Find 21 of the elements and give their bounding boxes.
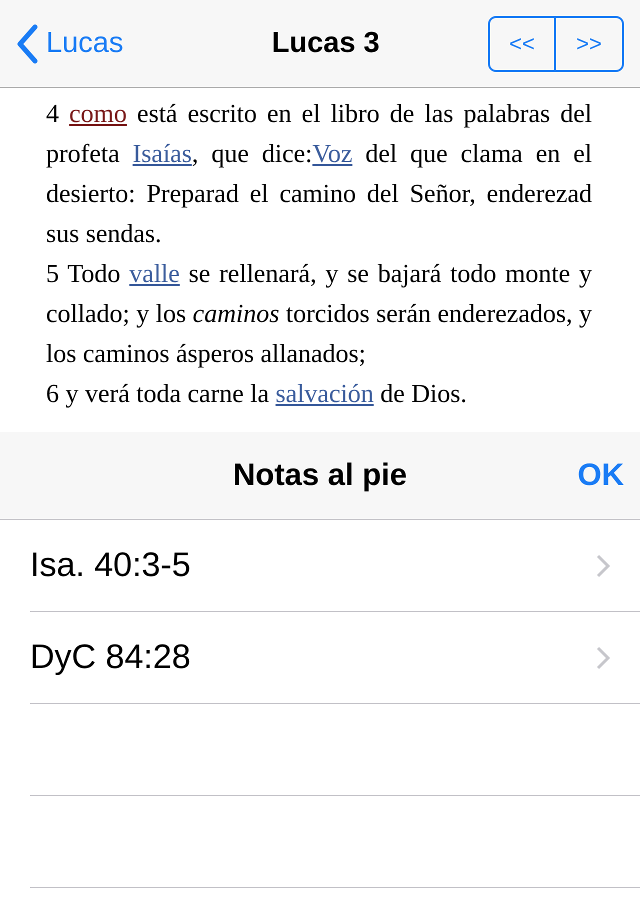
reference-link[interactable]: como <box>69 99 127 128</box>
next-button[interactable]: >> <box>556 18 622 70</box>
previous-button[interactable]: << <box>490 18 556 70</box>
verse-text: 5 Todo valle se rellenará, y se bajará todo monte y collado; y los caminos torcidos serán enderezados, y los caminos ásperos allanados; <box>46 258 592 370</box>
verse-text: 6 y verá toda carne la salvación de Dios. <box>46 378 468 410</box>
word-link[interactable]: Voz <box>312 139 352 168</box>
footnote-row[interactable]: DyC 84:28 <box>30 612 640 704</box>
chevron-right-icon <box>596 646 610 670</box>
chapter-title: Lucas 3 <box>272 26 380 61</box>
footnote-label: Isa. 40:3-5 <box>30 545 191 586</box>
word-link[interactable]: Isaías <box>132 139 192 168</box>
sheet-title: Notas al pie <box>233 456 407 494</box>
back-chevron-icon <box>16 24 38 64</box>
verse-text: 4 como está escrito en el libro de las palabras del profeta Isaías, que dice:Voz del que clama en el desierto: Preparad el camino del Señor, enderezad sus sendas. <box>46 98 592 250</box>
back-button[interactable]: Lucas <box>16 22 124 66</box>
word-link[interactable]: salvación <box>276 379 374 408</box>
chevron-right-icon <box>596 554 610 578</box>
word-link[interactable]: valle <box>129 259 180 288</box>
ok-button[interactable]: OK <box>564 452 624 499</box>
footnote-label: DyC 84:28 <box>30 637 191 678</box>
footnote-row[interactable]: Isa. 40:3-5 <box>30 520 640 612</box>
